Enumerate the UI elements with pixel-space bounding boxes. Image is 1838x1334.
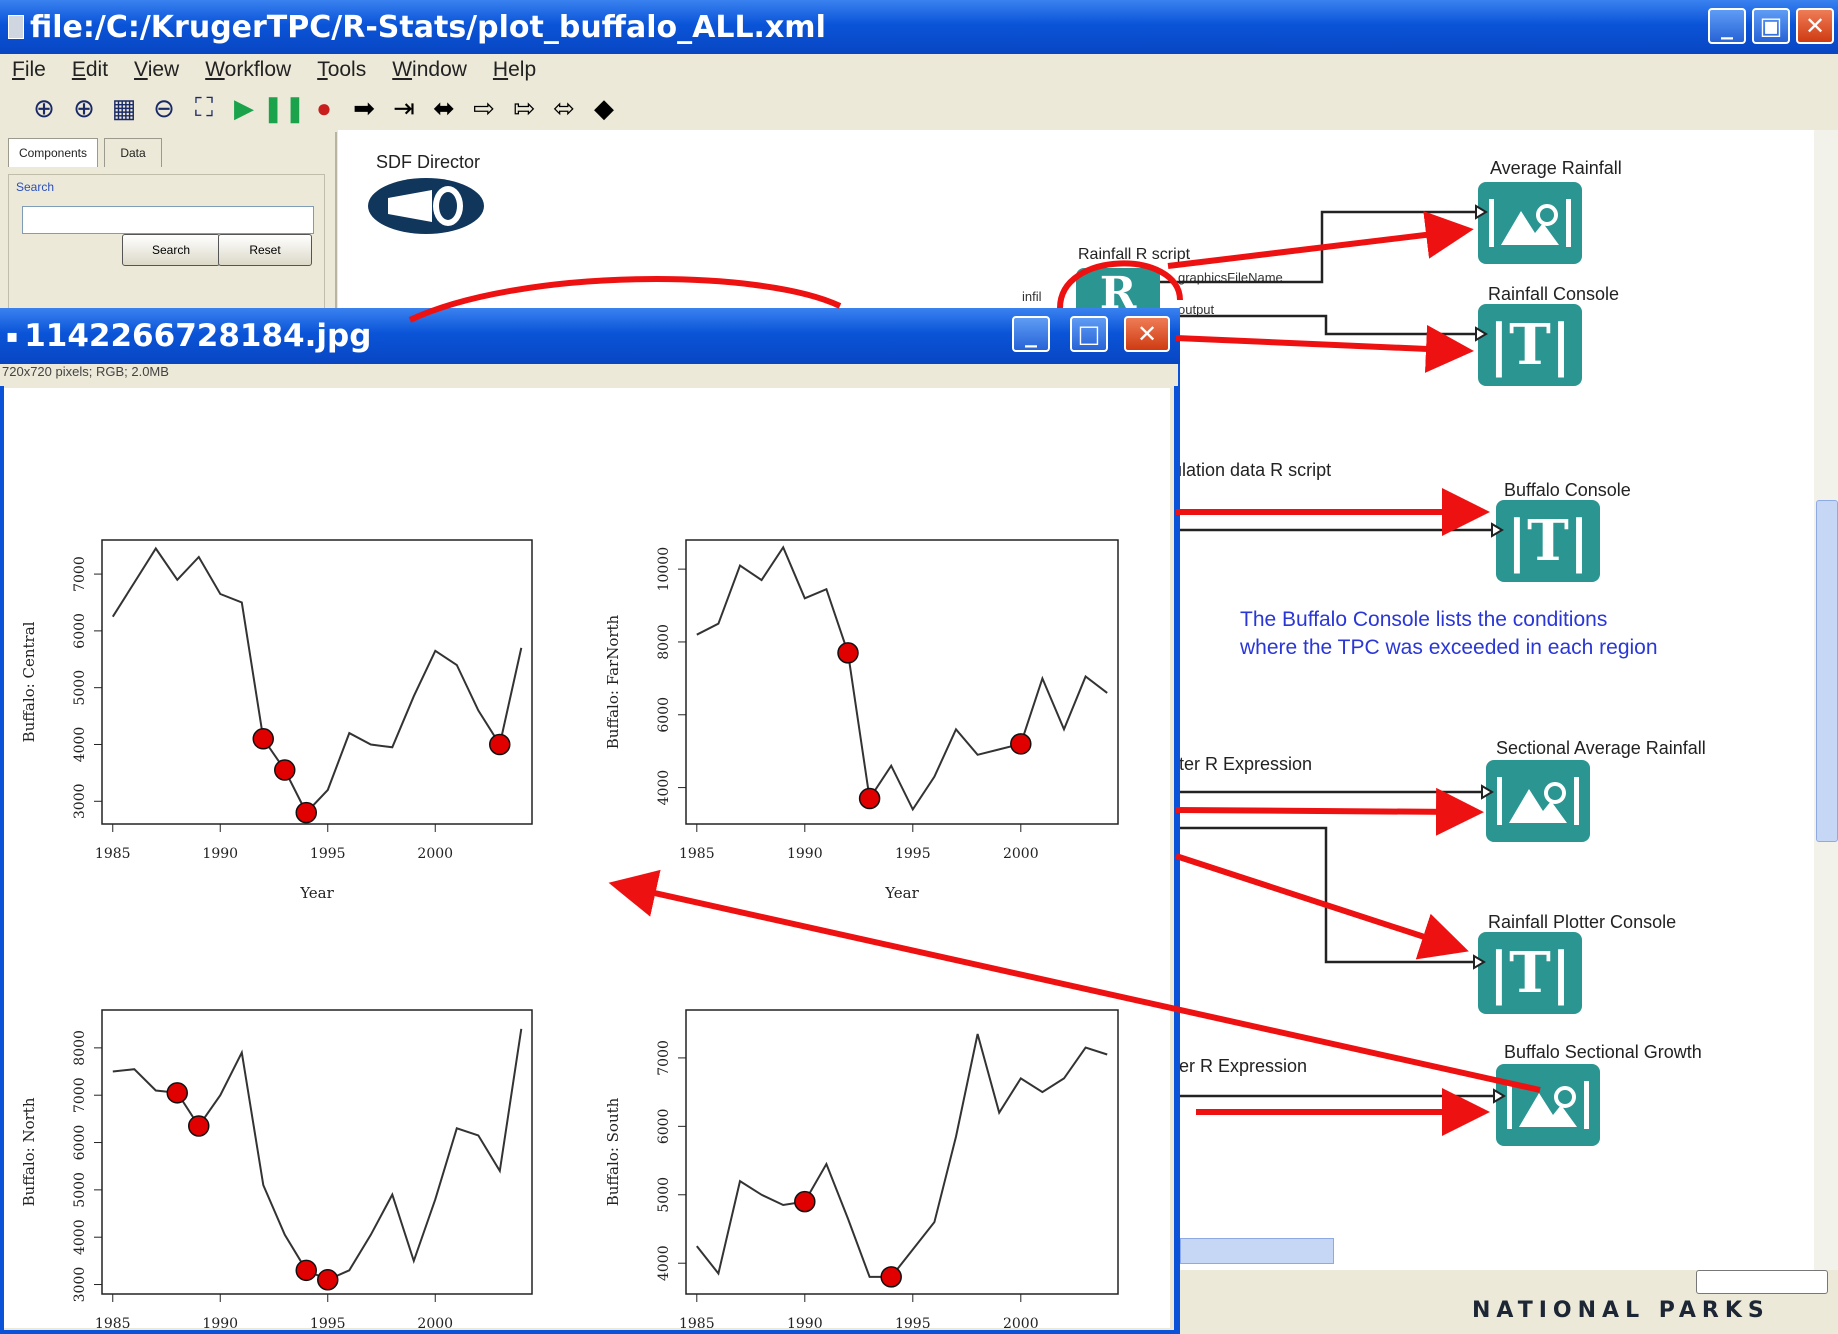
y-axis-label: Buffalo: FarNorth	[604, 614, 622, 749]
x-axis-label: Year	[299, 884, 334, 902]
viewer-close-button[interactable]: ✕	[1124, 316, 1170, 352]
exceedance-marker	[837, 642, 859, 664]
exceedance-marker	[274, 759, 296, 781]
x-axis-label: Year	[884, 884, 919, 902]
x-tick-label: 2000	[417, 846, 453, 862]
x-tick-label: 1995	[895, 1316, 931, 1328]
y-tick-label: 4000	[656, 1245, 672, 1281]
exceedance-marker	[252, 728, 274, 750]
x-tick-label: 1990	[787, 1316, 823, 1328]
y-tick-label: 8000	[656, 624, 672, 660]
x-tick-label: 1990	[202, 846, 238, 862]
x-tick-label: 1985	[679, 846, 715, 862]
x-tick-label: 2000	[1003, 846, 1039, 862]
plot-frame	[101, 539, 533, 825]
buffalo-plots: 1985 1990 1995 2000 3000 4000 5000 6000 7000 Year…	[20, 539, 1119, 1332]
y-tick-label: 3000	[72, 783, 88, 819]
exceedance-marker	[489, 733, 511, 756]
y-tick-label: 7000	[72, 556, 88, 592]
footer-brand: NATIONAL PARKS	[1472, 1298, 1770, 1323]
buffalo-series-line	[696, 1033, 1108, 1278]
viewer-title: 1142266728184.jpg	[24, 318, 372, 354]
y-axis-label: Buffalo: Central	[20, 621, 38, 742]
exceedance-marker	[317, 1269, 339, 1291]
x-tick-label: 1990	[787, 846, 823, 862]
y-tick-label: 6000	[72, 613, 88, 649]
x-tick-label: 2000	[1003, 1316, 1039, 1328]
x-tick-label: 1995	[895, 846, 931, 862]
x-tick-label: 1995	[310, 846, 346, 862]
y-tick-label: 5000	[72, 1172, 88, 1208]
exceedance-marker	[295, 801, 317, 824]
y-tick-label: 4000	[72, 1219, 88, 1255]
x-tick-label: 1985	[679, 1316, 715, 1328]
buffalo-series-line	[696, 545, 1108, 812]
x-tick-label: 2000	[417, 1316, 453, 1328]
x-tick-label: 1990	[202, 1316, 238, 1328]
y-tick-label: 5000	[656, 1177, 672, 1213]
exceedance-marker	[166, 1082, 188, 1104]
x-tick-label: 1995	[310, 1316, 346, 1328]
exceedance-marker	[794, 1190, 816, 1213]
y-tick-label: 6000	[656, 1109, 672, 1145]
plot-frame	[685, 1009, 1119, 1295]
y-axis-label: Buffalo: North	[20, 1097, 38, 1206]
exceedance-marker	[295, 1259, 317, 1282]
y-axis-label: Buffalo: South	[604, 1097, 622, 1206]
y-tick-label: 4000	[656, 770, 672, 806]
viewer-titlebar[interactable]: ▪ 1142266728184.jpg _ □ ✕	[0, 308, 1180, 364]
viewer-minimize-button[interactable]: _	[1012, 316, 1050, 352]
plot-frame	[101, 1009, 533, 1295]
y-tick-label: 7000	[656, 1040, 672, 1076]
y-tick-label: 7000	[72, 1077, 88, 1113]
exceedance-marker	[880, 1266, 902, 1288]
y-tick-label: 8000	[72, 1030, 88, 1066]
y-tick-label: 3000	[72, 1267, 88, 1303]
plot-frame	[685, 539, 1119, 825]
image-canvas: 1985 1990 1995 2000 3000 4000 5000 6000 7000 Year…	[4, 388, 1170, 1332]
image-viewer-window: ▪ 1142266728184.jpg _ □ ✕ 720x720 pixels…	[0, 308, 1180, 1334]
exceedance-marker	[188, 1115, 210, 1137]
exceedance-marker	[858, 787, 881, 810]
y-tick-label: 5000	[72, 670, 88, 706]
y-tick-label: 4000	[72, 727, 88, 763]
buffalo-series-line	[112, 1028, 523, 1281]
y-tick-label: 6000	[656, 697, 672, 733]
viewer-maximize-button[interactable]: □	[1070, 316, 1108, 352]
image-info: 720x720 pixels; RGB; 2.0MB	[0, 364, 1178, 386]
x-tick-label: 1985	[95, 846, 131, 862]
y-tick-label: 6000	[72, 1125, 88, 1161]
y-tick-label: 10000	[656, 547, 672, 592]
viewer-app-icon: ▪	[6, 325, 19, 347]
exceedance-marker	[1010, 733, 1032, 755]
x-tick-label: 1985	[95, 1316, 131, 1328]
buffalo-series-line	[111, 546, 523, 815]
